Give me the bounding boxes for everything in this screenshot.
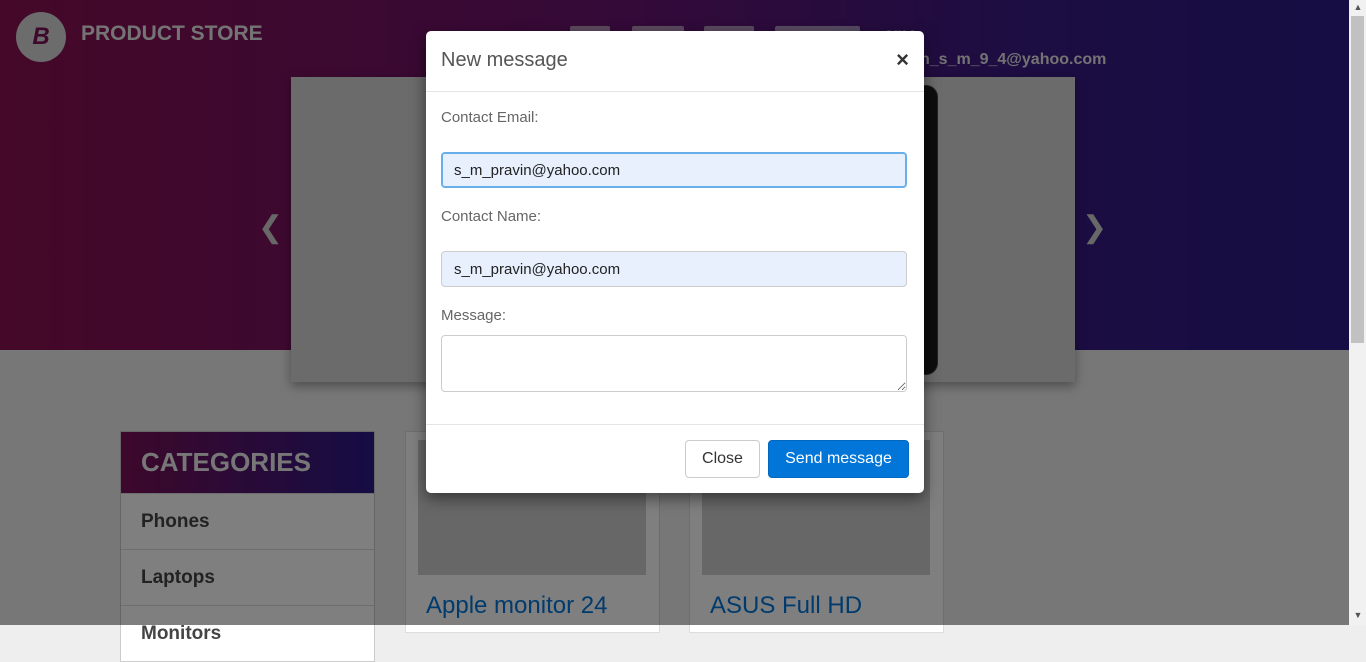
message-textarea[interactable] bbox=[441, 335, 907, 392]
send-message-button[interactable]: Send message bbox=[768, 440, 909, 478]
scroll-up-icon[interactable]: ▲ bbox=[1353, 2, 1363, 12]
modal-title: New message bbox=[441, 49, 568, 71]
new-message-modal: New message × Contact Email: Contact Nam… bbox=[426, 31, 924, 493]
contact-email-label: Contact Email: bbox=[441, 109, 539, 126]
contact-name-field[interactable] bbox=[441, 251, 907, 287]
contact-name-label: Contact Name: bbox=[441, 208, 542, 225]
message-label: Message: bbox=[441, 307, 507, 324]
modal-footer: Close Send message bbox=[426, 424, 924, 494]
close-icon[interactable]: × bbox=[896, 47, 909, 73]
close-button[interactable]: Close bbox=[685, 440, 760, 478]
scrollbar-thumb[interactable] bbox=[1351, 16, 1364, 343]
modal-header: New message × bbox=[426, 31, 924, 92]
contact-email-field[interactable] bbox=[441, 152, 907, 188]
scroll-down-icon[interactable]: ▼ bbox=[1353, 610, 1363, 620]
